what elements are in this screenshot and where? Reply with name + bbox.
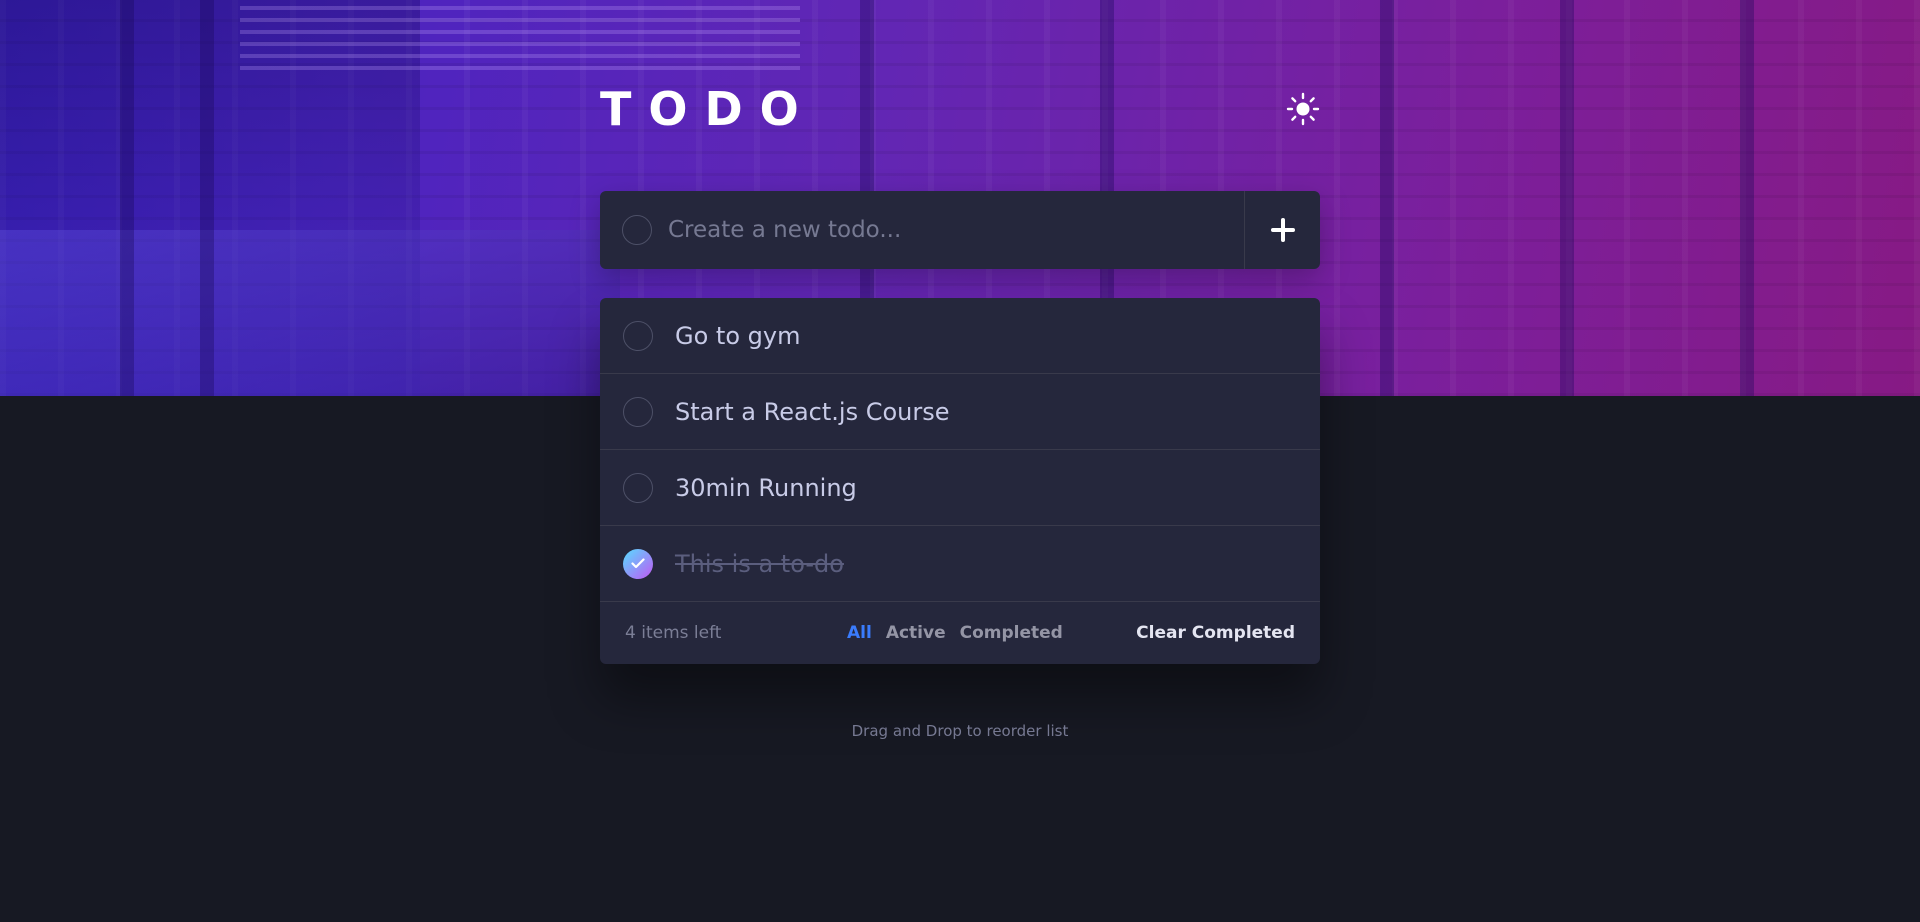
new-todo-circle — [622, 215, 652, 245]
add-todo-button[interactable] — [1244, 191, 1320, 269]
list-footer: 4 items left All Active Completed Clear … — [600, 602, 1320, 664]
hero-pillar — [200, 0, 214, 396]
filter-completed[interactable]: Completed — [960, 623, 1063, 643]
new-todo-input[interactable] — [668, 191, 1244, 269]
todo-app: TODO Go t — [0, 0, 1920, 922]
todo-item-completed[interactable]: This is a to-do — [600, 526, 1320, 602]
filter-all[interactable]: All — [847, 623, 872, 643]
page-title: TODO — [600, 82, 816, 136]
hero-pillar — [1380, 0, 1394, 396]
filter-active[interactable]: Active — [886, 623, 946, 643]
todo-label: 30min Running — [675, 473, 857, 502]
hero-pillar — [1560, 0, 1574, 396]
check-icon — [631, 558, 645, 569]
hero-pillar — [1740, 0, 1754, 396]
todo-label: Go to gym — [675, 321, 801, 350]
todo-checkbox-checked[interactable] — [623, 548, 653, 579]
hero-pillar — [120, 0, 134, 396]
todo-item[interactable]: Go to gym — [600, 298, 1320, 374]
todo-checkbox[interactable] — [623, 320, 653, 351]
new-todo-form — [600, 191, 1320, 269]
todo-checkbox[interactable] — [623, 396, 653, 427]
filter-group: All Active Completed — [847, 623, 1063, 643]
hero-ceiling-beams — [240, 0, 800, 70]
todo-label: Start a React.js Course — [675, 397, 950, 426]
hero-walkway — [0, 230, 620, 396]
clear-completed-button[interactable]: Clear Completed — [1136, 623, 1295, 643]
todo-list: Go to gym Start a React.js Course 30min … — [600, 298, 1320, 664]
sun-icon — [1286, 92, 1320, 126]
todo-item[interactable]: 30min Running — [600, 450, 1320, 526]
todo-label: This is a to-do — [675, 549, 844, 578]
todo-checkbox[interactable] — [623, 472, 653, 503]
plus-icon — [1270, 218, 1295, 242]
theme-toggle-button[interactable] — [1286, 92, 1320, 126]
reorder-hint: Drag and Drop to reorder list — [851, 722, 1069, 740]
items-left-count: 4 items left — [625, 623, 722, 643]
todo-item[interactable]: Start a React.js Course — [600, 374, 1320, 450]
